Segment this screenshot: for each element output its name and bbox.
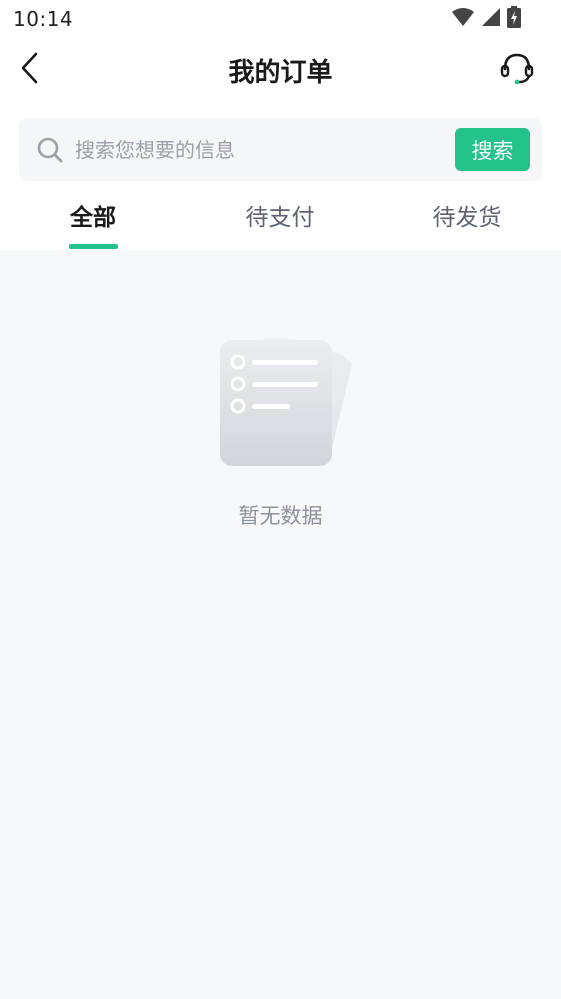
navigation-bar: 我的订单	[0, 40, 561, 100]
order-tabs: 全部 待支付 待发货	[0, 190, 561, 250]
status-time: 10:14	[13, 7, 74, 31]
signal-icon	[481, 7, 501, 31]
tab-pending-payment[interactable]: 待支付	[220, 198, 340, 250]
top-panel: 10:14 我的订单 搜索您想要的信息 搜索 全部 待支付 待发货	[0, 0, 561, 250]
search-bar: 搜索	[19, 118, 542, 181]
search-button[interactable]: 搜索	[455, 128, 530, 171]
search-input[interactable]	[75, 130, 445, 170]
empty-message: 暂无数据	[238, 504, 323, 528]
tab-all[interactable]: 全部	[33, 198, 153, 250]
active-tab-indicator	[69, 244, 118, 249]
headset-icon	[499, 50, 535, 90]
empty-state: 暂无数据	[0, 300, 561, 540]
wifi-icon	[451, 7, 475, 31]
status-bar: 10:14	[0, 0, 561, 40]
tab-pending-shipment[interactable]: 待发货	[407, 198, 527, 250]
status-icons	[451, 6, 521, 32]
page-title: 我的订单	[228, 58, 333, 88]
battery-charging-icon	[507, 6, 521, 32]
search-icon	[36, 136, 64, 164]
empty-document-icon	[216, 318, 356, 470]
customer-service-button[interactable]	[495, 48, 539, 92]
